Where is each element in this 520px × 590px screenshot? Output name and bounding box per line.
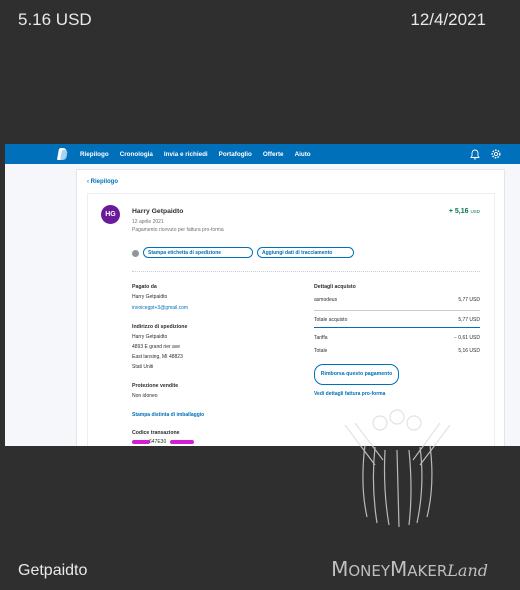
nav-offerte[interactable]: Offerte [263,151,284,158]
info-icon[interactable] [132,250,139,257]
watermark-logo-icon [344,409,451,528]
date-caption: 12/4/2021 [410,10,486,29]
shipping-line: Stati Uniti [132,364,154,370]
paypal-logo-icon[interactable] [56,148,68,160]
paypal-screenshot: Riepilogo Cronologia Invia e richiedi Po… [5,144,520,446]
nav-cronologia[interactable]: Cronologia [120,151,153,158]
brand-letter: M [390,557,408,581]
shipping-line: East lansing, MI 48823 [132,354,183,360]
brand-letter: M [331,557,349,581]
invoice-details-link[interactable]: Vedi dettagli fattura pro-forma [314,391,385,397]
print-label-button[interactable]: Stampa etichetta di spedizione [143,247,253,258]
net-value: 5,16 USD [458,348,480,354]
payer-name: Harry Getpaidto [132,208,184,215]
item-price: 5,77 USD [458,297,480,303]
transaction-code-value[interactable]: 647E30 [149,439,166,445]
paid-by-label: Pagato da [132,284,157,290]
brand-logo: MONEYMAKERLand [331,557,488,581]
seller-caption: Getpaidto [18,562,88,579]
refund-button[interactable]: Rimborsa questo pagamento [314,364,399,385]
fee-value: − 0,61 USD [454,335,480,341]
paid-by-email[interactable]: invoicegpt+3@gmail.com [132,305,188,311]
amount-value: + 5,16 [448,208,469,215]
gear-icon[interactable] [490,148,502,160]
redaction-mark [132,440,150,444]
nav-invia-richiedi[interactable]: Invia e richiedi [164,151,208,158]
purchase-total-label: Totale acquisto [314,317,348,323]
purchase-details-label: Dettagli acquisto [314,284,356,290]
amount-caption: 5.16 USD [18,10,92,29]
item-name: asmodeus [314,297,338,303]
brand-word: ONEY [348,562,391,580]
transaction-date: 12 aprile 2021 [132,219,164,225]
transaction-amount: + 5,16 USD [449,208,480,215]
redaction-mark [170,440,194,444]
avatar: HG [101,205,120,224]
protection-label: Protezione vendite [132,383,179,389]
nav-portafoglio[interactable]: Portafoglio [219,151,252,158]
brand-land: Land [447,561,488,580]
paid-by-name: Harry Getpaidto [132,294,168,300]
add-tracking-button[interactable]: Aggiungi dati di tracciamento [257,247,354,258]
shipping-line: 4893 E grand rier ave [132,344,181,350]
shipping-label: Indirizzo di spedizione [132,324,188,330]
brand-word: AKER [407,562,448,580]
purchase-total-value: 5,77 USD [458,317,480,323]
amount-currency: USD [470,209,480,214]
bell-icon[interactable] [470,149,480,160]
row-divider [314,327,480,328]
packing-slip-link[interactable]: Stampa distinta di imballaggio [132,412,204,418]
fee-label: Tariffa [314,335,328,341]
back-link-label: Riepilogo [90,179,119,185]
shipping-line: Harry Getpaidto [132,334,168,340]
nav-riepilogo[interactable]: Riepilogo [80,151,109,158]
protection-value: Non idoneo [132,393,158,399]
top-nav: Riepilogo Cronologia Invia e richiedi Po… [5,144,520,164]
back-link[interactable]: ‹ Riepilogo [87,179,118,185]
transaction-type: Pagamento ricevuto per fattura pro-forma [132,227,224,233]
row-divider [314,310,480,311]
section-divider [132,271,480,272]
transaction-code-label: Codice transazione [132,430,180,436]
nav-aiuto[interactable]: Aiuto [295,151,311,158]
net-label: Totale [314,348,328,354]
